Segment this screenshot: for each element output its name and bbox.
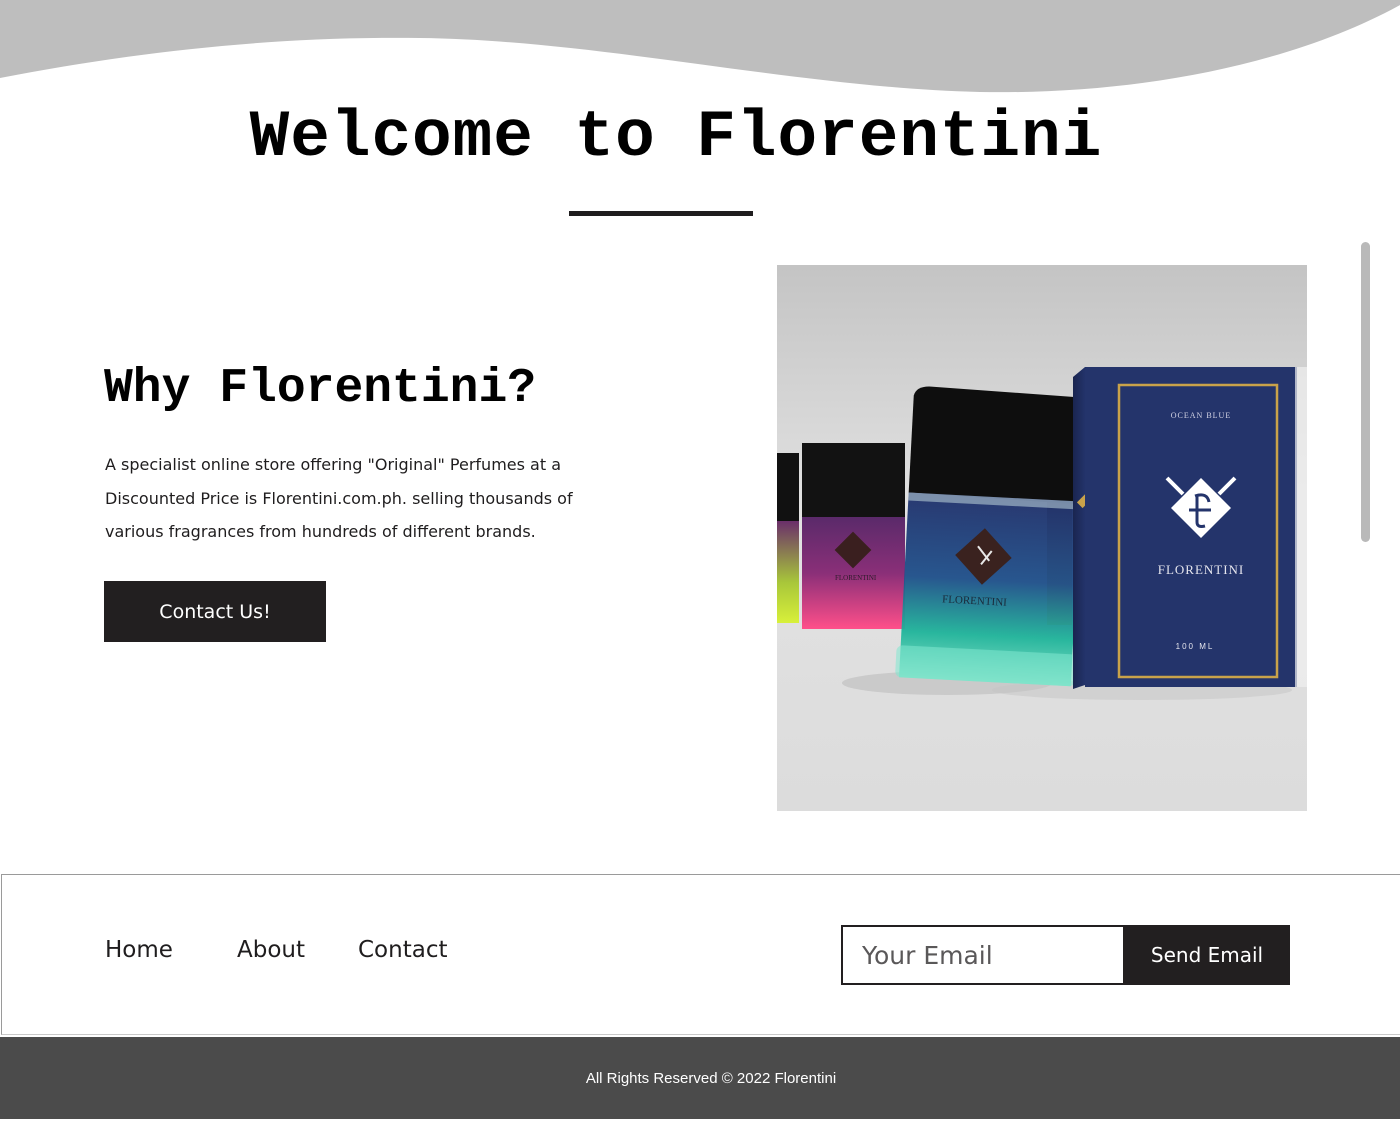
copyright-bar: All Rights Reserved © 2022 Florentini <box>0 1037 1400 1119</box>
svg-text:FLORENTINI: FLORENTINI <box>835 574 877 582</box>
header-wave <box>0 0 1400 93</box>
page: Welcome to Florentini Why Florentini? A … <box>0 0 1400 1121</box>
page-title: Welcome to Florentini <box>249 100 1103 175</box>
title-underline <box>569 211 753 216</box>
svg-text:OCEAN BLUE: OCEAN BLUE <box>1171 411 1231 420</box>
product-image: FLORENTINI FLORENTINI OCEAN BLUE FLORENT… <box>777 265 1307 811</box>
nav-link-contact[interactable]: Contact <box>358 937 447 963</box>
why-description: A specialist online store offering "Orig… <box>105 455 573 541</box>
nav-link-about[interactable]: About <box>237 937 305 963</box>
send-email-button[interactable]: Send Email <box>1124 925 1290 985</box>
scrollbar-thumb[interactable] <box>1361 242 1370 542</box>
svg-text:100 ML: 100 ML <box>1176 642 1215 651</box>
svg-text:FLORENTINI: FLORENTINI <box>1158 562 1245 577</box>
contact-us-button[interactable]: Contact Us! <box>104 581 326 642</box>
nav-link-home[interactable]: Home <box>105 937 173 963</box>
why-title: Why Florentini? <box>104 362 537 416</box>
email-input[interactable] <box>841 925 1125 985</box>
copyright-text: All Rights Reserved © 2022 Florentini <box>585 1069 837 1087</box>
